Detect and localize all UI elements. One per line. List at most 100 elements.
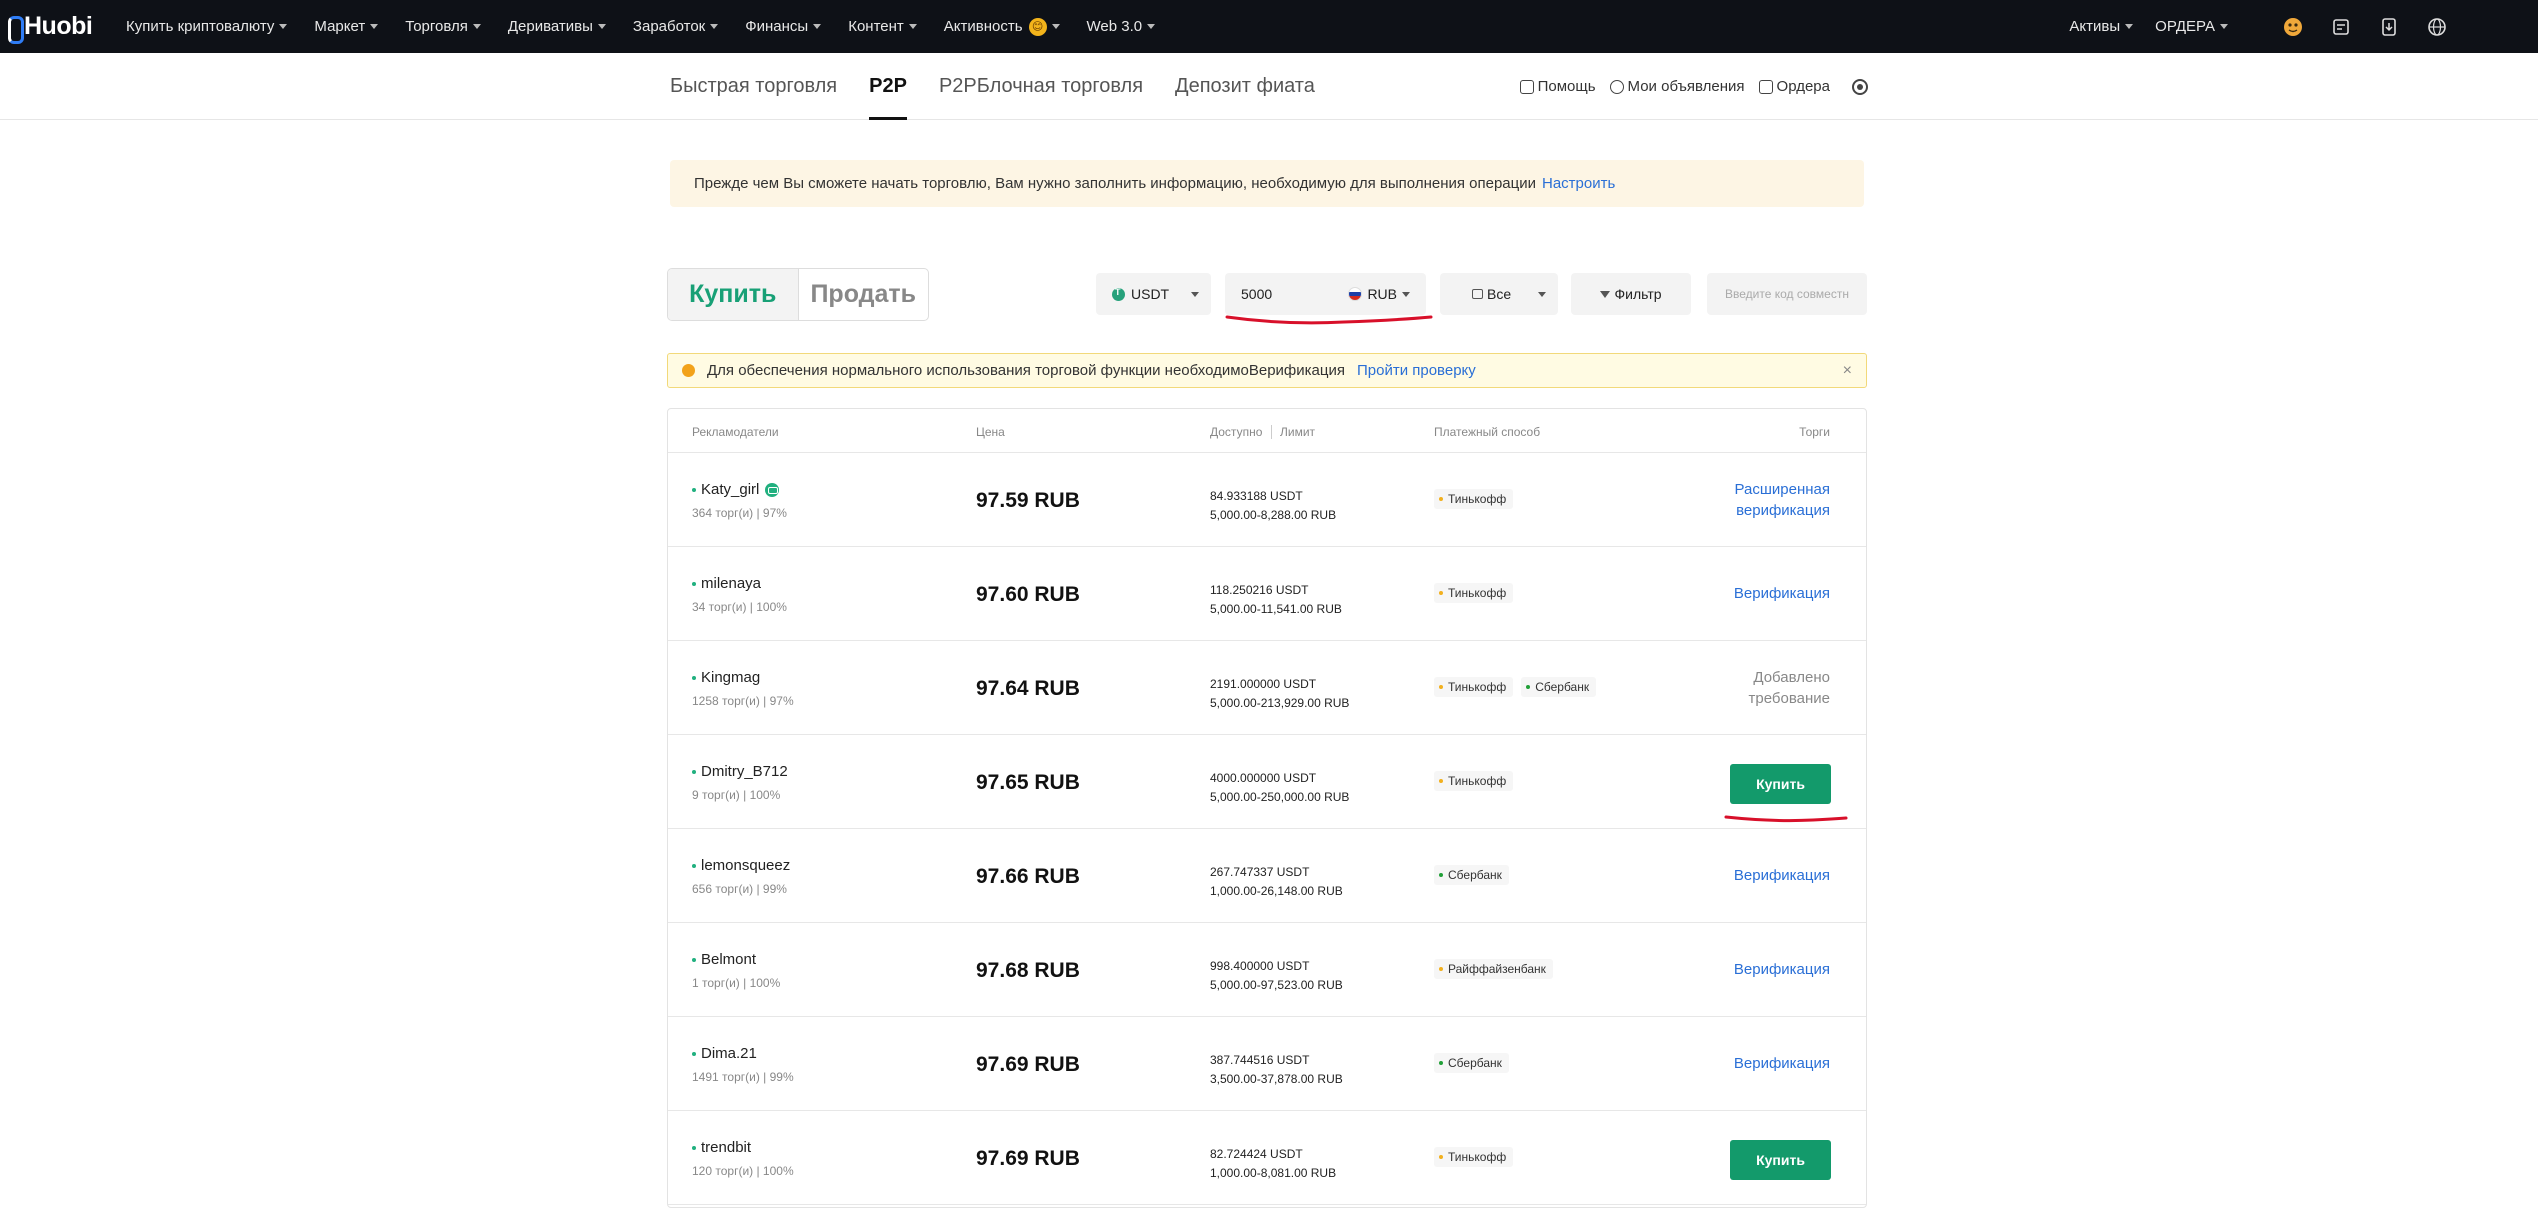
subnav-tab[interactable]: P2PБлочная торговля	[939, 53, 1143, 120]
advertiser-name-line[interactable]: trendbit	[692, 1139, 794, 1156]
advertiser-stats: 364 торг(и) | 97%	[692, 506, 787, 520]
header-payment: Платежный способ	[1434, 425, 1541, 439]
advertiser-name-line[interactable]: Dima.21	[692, 1045, 794, 1062]
document-icon[interactable]	[2330, 16, 2352, 38]
currency-value: RUB	[1367, 286, 1397, 302]
buy-tab[interactable]: Купить	[668, 269, 799, 320]
cooperation-code-field	[1707, 273, 1880, 315]
available-amount: 2191.000000 USDT	[1210, 677, 1317, 691]
payment-dot-icon	[1439, 779, 1443, 783]
advertiser-name: Belmont	[701, 951, 757, 968]
orders-link[interactable]: Ордера	[1758, 78, 1830, 95]
advertiser-name-line[interactable]: Katy_girl	[692, 481, 787, 498]
amount-input[interactable]	[1241, 286, 1351, 302]
close-icon[interactable]: ×	[1843, 362, 1852, 380]
nav-menu-item[interactable]: Деривативы	[508, 18, 606, 35]
filter-button[interactable]: Фильтр	[1571, 273, 1691, 315]
advertiser-stats: 1258 торг(и) | 97%	[692, 694, 794, 708]
settings-gear-icon[interactable]	[1852, 78, 1868, 95]
assets-menu[interactable]: Активы	[2069, 18, 2134, 35]
buy-button[interactable]: Купить	[1730, 1140, 1831, 1180]
assets-label: Активы	[2069, 18, 2121, 35]
chevron-down-icon	[472, 24, 481, 29]
advertiser-name: trendbit	[701, 1139, 752, 1156]
advertiser-name-line[interactable]: Belmont	[692, 951, 780, 968]
subnav-tab[interactable]: Депозит фиата	[1175, 53, 1315, 120]
currency-select[interactable]: RUB	[1348, 286, 1410, 302]
payment-method-select[interactable]: Все	[1440, 273, 1558, 315]
advertiser-cell: Kingmag 1258 торг(и) | 97%	[692, 669, 794, 708]
payment-dot-icon	[1439, 685, 1443, 689]
row-action: Верификация	[1690, 865, 1830, 886]
download-icon[interactable]	[2378, 16, 2400, 38]
payment-dot-icon	[1439, 497, 1443, 501]
nav-menu-item[interactable]: Активность 😊	[944, 17, 1060, 36]
buy-button[interactable]: Купить	[1730, 764, 1831, 804]
nav-menu-item[interactable]: Web 3.0	[1087, 18, 1156, 35]
advertiser-name: Kingmag	[701, 669, 761, 686]
online-dot-icon	[692, 675, 696, 680]
table-row: trendbit 120 торг(и) | 100% 97.69 RUB 82.72…	[668, 1111, 1866, 1205]
nav-menu-label: Купить криптовалюту	[126, 18, 275, 35]
row-action: Верификация	[1690, 583, 1830, 604]
setup-link[interactable]: Настроить	[1542, 175, 1615, 192]
verification-link[interactable]: Верификация	[1690, 1053, 1830, 1074]
payment-method-name: Сбербанк	[1448, 868, 1502, 882]
online-dot-icon	[692, 487, 696, 492]
advertiser-name-line[interactable]: Dmitry_B712	[692, 763, 788, 780]
payment-method-name: Тинькофф	[1448, 1150, 1507, 1164]
limit-range: 5,000.00-213,929.00 RUB	[1210, 696, 1350, 710]
advertiser-name-line[interactable]: Kingmag	[692, 669, 794, 686]
chevron-down-icon	[1538, 292, 1546, 297]
payment-method-tag: Тинькофф	[1434, 771, 1514, 791]
help-link[interactable]: Помощь	[1519, 78, 1596, 95]
nav-menu-item[interactable]: Купить криптовалюту	[126, 18, 288, 35]
chevron-down-icon	[2220, 24, 2228, 29]
verification-link[interactable]: Расширенная верификация	[1690, 479, 1830, 521]
verification-link[interactable]: Верификация	[1690, 959, 1830, 980]
nav-menu-item[interactable]: Финансы	[745, 18, 822, 35]
chevron-down-icon	[1191, 292, 1199, 297]
verified-badge-icon	[765, 482, 780, 497]
nav-menu-item[interactable]: Заработок	[633, 18, 719, 35]
filter-label: Фильтр	[1614, 286, 1662, 302]
verification-link[interactable]: Верификация	[1690, 583, 1830, 604]
chevron-down-icon	[813, 24, 822, 29]
advertiser-name-line[interactable]: milenaya	[692, 575, 787, 592]
row-action: Добавлено требование	[1690, 667, 1830, 709]
nav-menu-item[interactable]: Торговля	[405, 18, 481, 35]
payment-method-tag: Тинькофф	[1434, 677, 1514, 697]
nav-menu-label: Деривативы	[507, 18, 593, 35]
payment-method-name: Тинькофф	[1448, 680, 1507, 694]
availability-cell: 4000.000000 USDT 5,000.00-250,000.00 RUB	[1210, 769, 1349, 807]
limit-range: 5,000.00-250,000.00 RUB	[1210, 790, 1350, 804]
nav-menu-label: Торговля	[405, 18, 468, 35]
availability-cell: 998.400000 USDT 5,000.00-97,523.00 RUB	[1210, 957, 1343, 995]
warning-icon	[682, 364, 695, 377]
header-available: Доступно	[1210, 425, 1263, 439]
header-trade: Торги	[1799, 425, 1830, 439]
advertiser-cell: Dima.21 1491 торг(и) | 99%	[692, 1045, 794, 1084]
cooperation-code-input[interactable]	[1725, 287, 1880, 301]
advertiser-name: Katy_girl	[701, 481, 760, 498]
avatar-icon[interactable]	[2282, 16, 2304, 38]
huobi-flame-icon	[6, 14, 24, 44]
verification-link[interactable]: Верификация	[1690, 865, 1830, 886]
subnav-tab[interactable]: P2P	[869, 53, 907, 120]
payment-methods: Тинькофф	[1434, 771, 1521, 791]
globe-icon[interactable]	[2426, 16, 2448, 38]
orders-menu[interactable]: ОРДЕРА	[2155, 18, 2228, 35]
subnav-tab[interactable]: Быстрая торговля	[670, 53, 837, 120]
price: 97.65 RUB	[976, 771, 1080, 794]
nav-menu-item[interactable]: Контент	[848, 18, 917, 35]
payment-method-tag: Сбербанк	[1434, 1053, 1509, 1073]
nav-menu-item[interactable]: Маркет	[314, 18, 379, 35]
verify-link[interactable]: Пройти проверку	[1357, 362, 1476, 379]
sell-tab[interactable]: Продать	[799, 269, 929, 320]
coin-select[interactable]: USDT	[1096, 273, 1211, 315]
ads-table: Рекламодатели Цена Доступно Лимит Платеж…	[667, 408, 1867, 1208]
my-ads-link[interactable]: Мои объявления	[1609, 78, 1745, 95]
availability-cell: 267.747337 USDT 1,000.00-26,148.00 RUB	[1210, 863, 1343, 901]
huobi-logo[interactable]: Huobi	[6, 12, 126, 44]
advertiser-name-line[interactable]: lemonsqueez	[692, 857, 790, 874]
